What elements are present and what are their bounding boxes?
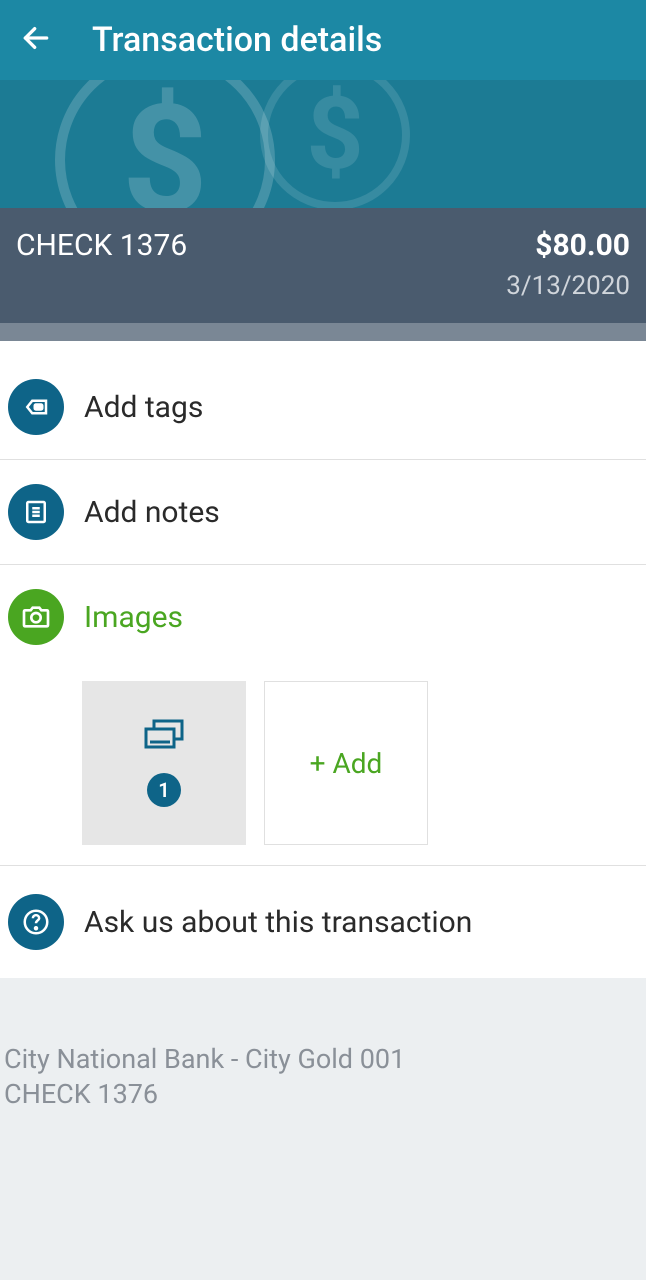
back-icon[interactable] bbox=[20, 22, 52, 58]
help-icon bbox=[8, 894, 64, 950]
hero-banner bbox=[0, 80, 646, 208]
add-notes-label: Add notes bbox=[84, 495, 220, 530]
spacer bbox=[0, 323, 646, 341]
footer-info: City National Bank - City Gold 001 CHECK… bbox=[0, 978, 646, 1112]
app-bar: Transaction details bbox=[0, 0, 646, 80]
add-notes-row[interactable]: Add notes bbox=[0, 459, 646, 564]
transaction-name: CHECK 1376 bbox=[16, 228, 187, 263]
camera-icon bbox=[8, 589, 64, 645]
coin-decoration-large bbox=[55, 80, 275, 208]
images-label: Images bbox=[84, 600, 183, 635]
page-title: Transaction details bbox=[92, 20, 382, 60]
notes-icon bbox=[8, 484, 64, 540]
images-row-header: Images bbox=[0, 564, 646, 669]
transaction-summary: CHECK 1376 $80.00 3/13/2020 bbox=[0, 208, 646, 323]
coin-decoration-small bbox=[260, 80, 410, 208]
check-line: CHECK 1376 bbox=[4, 1077, 642, 1112]
image-thumbnail[interactable]: 1 bbox=[82, 681, 246, 845]
ask-about-transaction-row[interactable]: Ask us about this transaction bbox=[0, 866, 646, 978]
check-stack-icon bbox=[144, 719, 184, 755]
images-grid: 1 + Add bbox=[0, 669, 646, 866]
add-tags-row[interactable]: Add tags bbox=[0, 355, 646, 459]
tag-icon bbox=[8, 379, 64, 435]
add-image-button[interactable]: + Add bbox=[264, 681, 428, 845]
image-count-badge: 1 bbox=[147, 773, 181, 807]
content-area: Add tags Add notes Images bbox=[0, 341, 646, 978]
transaction-date: 3/13/2020 bbox=[506, 271, 630, 301]
ask-label: Ask us about this transaction bbox=[84, 905, 472, 940]
account-line: City National Bank - City Gold 001 bbox=[4, 1042, 642, 1077]
add-image-label: + Add bbox=[310, 747, 383, 780]
add-tags-label: Add tags bbox=[84, 390, 203, 425]
transaction-amount: $80.00 bbox=[506, 228, 630, 263]
